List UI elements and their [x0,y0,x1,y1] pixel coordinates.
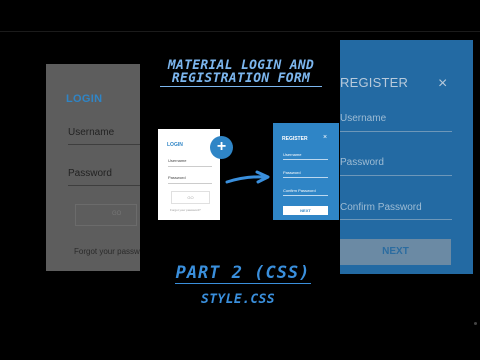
username-underline [283,159,328,160]
part-underline [175,283,311,284]
confirm-password-underline [340,219,452,220]
confirm-password-underline [283,195,328,196]
password-label: Password [68,168,112,179]
background-login-panel: LOGIN Username Password GO Forgot your p… [46,64,140,271]
close-icon[interactable]: × [323,134,327,141]
register-title: REGISTER [340,75,409,90]
username-label: Username [68,127,115,138]
file-label: STYLE.CSS [200,292,276,307]
password-label: Password [340,157,384,168]
username-label: Username [283,152,302,157]
decorative-dot [474,322,477,325]
title-line-2: REGISTRATION FORM [171,71,311,86]
plus-icon[interactable]: + [210,136,233,159]
title-underline [160,86,322,87]
password-label: Password [283,170,301,175]
password-underline [283,177,328,178]
password-underline [168,183,212,184]
go-label: GO [112,211,122,217]
next-button[interactable]: NEXT [340,239,451,265]
username-underline [68,144,140,145]
forgot-password-link[interactable]: Forgot your passw [74,247,140,256]
username-underline [340,131,452,132]
next-button[interactable]: NEXT [283,206,328,215]
password-underline [340,175,452,176]
login-card-title: LOGIN [167,142,183,148]
go-button[interactable]: GO [171,191,210,204]
password-label: Password [168,175,186,180]
password-underline [68,185,140,186]
part-text: PART 2 (CSS) [175,263,311,283]
register-card-preview: REGISTER × Username Password Confirm Pas… [273,123,339,220]
background-register-panel: REGISTER × Username Password Confirm Pas… [340,40,473,274]
forgot-password-link[interactable]: Forgot your password? [170,208,201,212]
username-label: Username [340,113,387,124]
register-card-title: REGISTER [282,136,308,142]
go-button[interactable]: GO [75,204,137,226]
part-label: PART 2 (CSS) [173,263,313,284]
top-divider [0,31,480,32]
arrow-right-icon [225,170,270,184]
username-underline [168,166,212,167]
confirm-password-label: Confirm Password [340,202,422,213]
video-title: MATERIAL LOGIN AND REGISTRATION FORM [156,59,326,87]
login-title: LOGIN [66,93,103,105]
close-icon[interactable]: × [438,75,447,93]
confirm-password-label: Confirm Password [283,188,316,193]
username-label: Username [168,158,187,163]
